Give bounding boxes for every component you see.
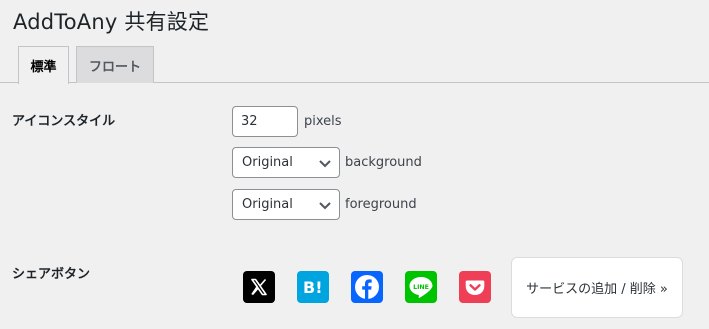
icon-style-label: アイコンスタイル (12, 114, 116, 129)
foreground-select[interactable]: Original (232, 189, 340, 220)
foreground-select-value: Original (242, 197, 293, 212)
share-buttons-label: シェアボタン (12, 267, 91, 282)
svg-text:LINE: LINE (413, 284, 429, 291)
pocket-icon[interactable] (459, 271, 491, 303)
icon-size-suffix: pixels (304, 114, 342, 129)
background-select-value: Original (242, 155, 293, 170)
foreground-suffix: foreground (345, 197, 417, 212)
facebook-icon[interactable] (351, 271, 383, 303)
chevron-down-icon (319, 160, 331, 168)
background-suffix: background (345, 155, 422, 170)
tab-floating[interactable]: フロート (76, 46, 154, 83)
page-title: AddToAny 共有設定 (13, 10, 210, 34)
x-icon[interactable] (243, 271, 275, 303)
add-remove-services-button[interactable]: サービスの追加 / 削除 » (511, 257, 683, 318)
background-select[interactable]: Original (232, 147, 340, 178)
svg-text:B!: B! (303, 278, 323, 297)
chevron-down-icon (319, 202, 331, 210)
tab-bar: 標準 フロート (0, 46, 709, 84)
tab-standard[interactable]: 標準 (18, 46, 69, 84)
line-icon[interactable]: LINE (405, 271, 437, 303)
hatena-bookmark-icon[interactable]: B! (297, 271, 329, 303)
icon-size-input[interactable] (232, 106, 298, 137)
